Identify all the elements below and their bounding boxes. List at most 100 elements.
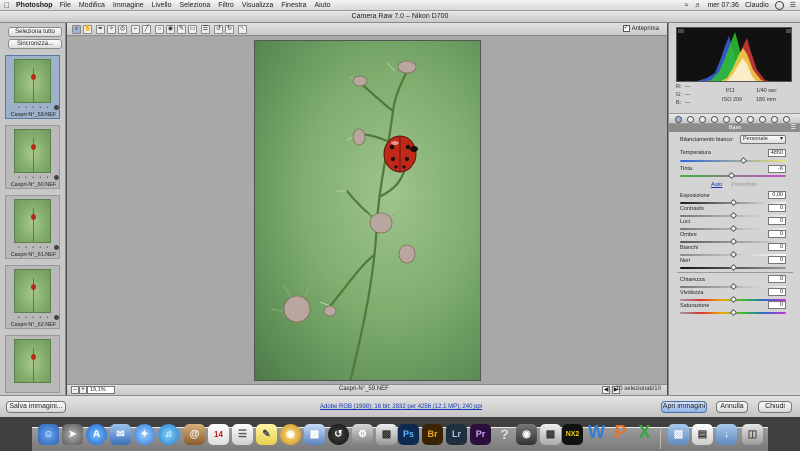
tab-split-toning-icon[interactable] [723, 116, 730, 123]
panel-menu-icon[interactable]: ☰ [791, 124, 796, 131]
straighten-icon[interactable]: ╱ [142, 25, 151, 34]
vibrance-slider-knob[interactable] [729, 295, 738, 304]
highlights-field[interactable]: 0 [768, 217, 786, 225]
powerpoint-icon[interactable]: P [610, 422, 631, 443]
menu-aiuto[interactable]: Aiuto [315, 2, 331, 9]
contrast-field[interactable]: 0 [768, 204, 786, 212]
trash-can-icon[interactable]: ◫ [742, 424, 763, 445]
tab-hsl-icon[interactable] [711, 116, 718, 123]
white-balance-icon[interactable]: ✒ [96, 25, 105, 34]
finder-icon[interactable]: ☺ [38, 424, 59, 445]
notification-icon[interactable]: ☰ [790, 1, 796, 9]
vibrance-field[interactable]: 0 [768, 288, 786, 296]
rating-stars[interactable]: • • • • • [18, 175, 50, 181]
menu-modifica[interactable]: Modifica [79, 2, 105, 9]
launchpad-icon[interactable]: ➤ [62, 424, 83, 445]
whites-field[interactable]: 0 [768, 243, 786, 251]
bridge-icon[interactable]: Br [422, 424, 443, 445]
help-icon[interactable]: ? [494, 424, 515, 445]
shadows-slider-knob[interactable] [729, 237, 738, 246]
reminders-icon[interactable]: ☰ [232, 424, 253, 445]
tab-lens-icon[interactable] [735, 116, 742, 123]
synchronize-button[interactable]: Sincronizza... [8, 39, 62, 49]
safari-icon[interactable]: ✦ [134, 424, 155, 445]
hand-icon[interactable]: ✋ [83, 25, 92, 34]
capture-nx2-icon[interactable]: NX2 [562, 424, 583, 445]
menu-seleziona[interactable]: Seleziona [180, 2, 211, 9]
select-all-button[interactable]: Seleziona tutto [8, 27, 62, 37]
done-button[interactable]: Chiudi [758, 401, 792, 413]
downloads-folder-icon[interactable]: ↓ [716, 424, 737, 445]
tab-effects-icon[interactable] [747, 116, 754, 123]
zoom-level-select[interactable]: 19,1% [87, 386, 115, 394]
contacts-icon[interactable]: @ [184, 424, 205, 445]
rating-stars[interactable]: • • • • • [18, 245, 50, 251]
lightroom-icon[interactable]: Lr [446, 424, 467, 445]
clarity-slider-knob[interactable] [729, 282, 738, 291]
default-link[interactable]: Predefinito [731, 182, 757, 188]
crop-icon[interactable]: ⌐ [131, 25, 140, 34]
rotate-right-icon[interactable]: ↻ [225, 25, 234, 34]
image-viewer-icon[interactable]: ▩ [540, 424, 561, 445]
cancel-button[interactable]: Annulla [716, 401, 748, 413]
temperature-slider-knob[interactable] [739, 156, 748, 165]
tab-camera-calibration-icon[interactable] [759, 116, 766, 123]
image-capture-icon[interactable]: ▩ [376, 424, 397, 445]
camera-icon[interactable]: ◉ [516, 424, 537, 445]
temperature-field[interactable]: 4850 [768, 149, 786, 157]
user-name[interactable]: Claudio [745, 2, 769, 9]
filmstrip-thumb[interactable]: • • • • • Caspri-N°_61.NEF [5, 195, 60, 259]
apple-icon[interactable]:  [4, 1, 16, 10]
rating-stars[interactable]: • • • • • [18, 105, 50, 111]
wifi-icon[interactable]: ≈ [685, 2, 689, 9]
tab-basic-icon[interactable] [675, 116, 682, 123]
zoom-out-button[interactable]: – [71, 386, 79, 394]
tab-tone-curve-icon[interactable] [687, 116, 694, 123]
preview-check-box[interactable]: ✓ [622, 25, 630, 32]
menu-file[interactable]: File [60, 2, 71, 9]
app-store-icon[interactable]: A [86, 424, 107, 445]
zoom-in-button[interactable]: + [79, 386, 87, 394]
preview-checkbox[interactable]: ✓ Anteprima [622, 25, 659, 32]
menu-finestra[interactable]: Finestra [281, 2, 306, 9]
filmstrip-thumb[interactable]: • • • • • Caspri-N°_59.NEF [5, 55, 60, 119]
mail-icon[interactable]: ✉ [110, 424, 131, 445]
word-icon[interactable]: W [586, 422, 607, 443]
clarity-field[interactable]: 0 [768, 275, 786, 283]
contrast-slider-knob[interactable] [729, 211, 738, 220]
excel-icon[interactable]: X [634, 422, 655, 443]
whites-slider-knob[interactable] [729, 250, 738, 259]
calendar-icon[interactable]: 14 [208, 424, 229, 445]
spotlight-icon[interactable] [774, 0, 784, 10]
filmstrip-thumb[interactable]: • • • • • Caspri-N°_62.NEF [5, 265, 60, 329]
tab-presets-icon[interactable] [771, 116, 778, 123]
menu-livello[interactable]: Livello [152, 2, 172, 9]
adjustment-brush-icon[interactable]: ✎ [177, 25, 186, 34]
color-sampler-icon[interactable]: ✧ [107, 25, 116, 34]
photo-booth-icon[interactable]: ◉ [280, 424, 301, 445]
open-images-button[interactable]: Apri immagini [661, 401, 707, 413]
shadows-field[interactable]: 0 [768, 230, 786, 238]
clock[interactable]: mer 07:36 [707, 2, 739, 9]
menu-immagine[interactable]: Immagine [113, 2, 144, 9]
white-balance-select[interactable]: Personale [740, 135, 786, 144]
menu-filtro[interactable]: Filtro [218, 2, 234, 9]
saturation-slider-knob[interactable] [729, 308, 738, 317]
spot-removal-icon[interactable]: ○ [155, 25, 164, 34]
document-stack-icon[interactable]: ▤ [692, 424, 713, 445]
itunes-icon[interactable]: ♫ [158, 424, 179, 445]
filmstrip-thumb[interactable]: • • • • • Caspri-N°_60.NEF [5, 125, 60, 189]
previous-image-button[interactable]: ◀ [602, 386, 610, 394]
graduated-filter-icon[interactable]: ▭ [188, 25, 197, 34]
tint-field[interactable]: -6 [768, 165, 786, 173]
saturation-field[interactable]: 0 [768, 301, 786, 309]
workflow-options-link[interactable]: Adobe RGB (1998); 16 bit; 2832 per 4256 … [320, 404, 482, 410]
menu-visualizza[interactable]: Visualizza [242, 2, 273, 9]
blacks-field[interactable]: 0 [768, 256, 786, 264]
time-machine-icon[interactable]: ↺ [328, 424, 349, 445]
targeted-adjustment-icon[interactable]: ◎ [118, 25, 127, 34]
volume-icon[interactable]: ♬ [694, 2, 701, 9]
rating-stars[interactable]: • • • • • [18, 315, 50, 321]
tint-slider-knob[interactable] [727, 171, 736, 180]
system-preferences-icon[interactable]: ⚙ [352, 424, 373, 445]
